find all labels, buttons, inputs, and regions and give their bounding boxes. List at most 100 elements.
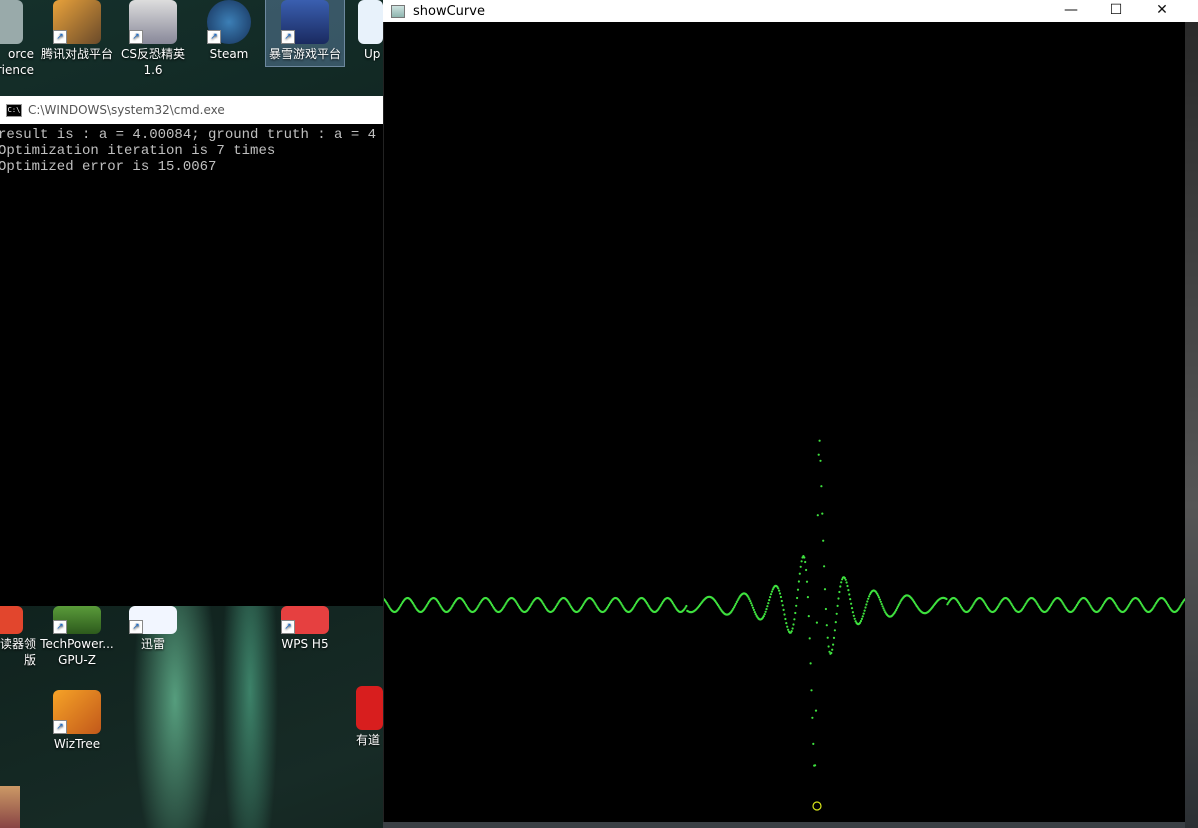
shortcut-arrow-icon: ↗ [53,620,67,634]
desktop-icon-label: orce rience [0,47,34,77]
shortcut-arrow-icon: ↗ [207,30,221,44]
curve-point [821,512,824,515]
marker-circle [812,801,822,811]
curve-point [831,648,834,651]
curve-point [865,603,868,606]
curve-point [806,596,809,599]
curve-point [791,627,794,630]
curve-point [779,595,782,599]
maximize-button[interactable]: ☐ [1093,0,1139,22]
desktop-icon-reader[interactable]: 读器领 版 [0,606,38,668]
curve-point [823,565,826,568]
desktop-icon-label: 有道 [356,733,381,747]
desktop-icon-up[interactable]: Up [342,0,383,62]
curve-point [847,589,850,592]
cmd-icon: C:\ [6,103,22,117]
showcurve-window[interactable]: showCurve — ☐ ✕ [382,0,1198,828]
curve-point [836,604,839,608]
curve-point [763,613,766,616]
curve-point [811,716,814,719]
desktop-icon-geforce[interactable]: orce rience [0,0,38,78]
curve-point [817,453,820,456]
curve-canvas[interactable] [382,22,1187,822]
desktop-icon-label: 读器领 版 [0,637,36,667]
curve-point [765,608,768,611]
shortcut-arrow-icon: ↗ [281,620,295,634]
curve-point [804,560,807,564]
curve-point [877,596,881,599]
curve-point [778,589,781,592]
curve-point [790,630,793,633]
curve-point [809,662,812,665]
console-line: Optimized error is 15.0067 [0,159,217,175]
curve-point [798,572,801,575]
curve-point [848,593,851,596]
curve-point [877,594,880,597]
curve-point [852,614,855,617]
background-window-edge [1185,22,1198,828]
curve-point [862,612,865,615]
geforce-icon [0,0,23,44]
cmd-console-output[interactable]: result is : a = 4.00084; ground truth : … [0,124,383,175]
curve-point [780,599,783,603]
curve-point [945,597,948,601]
curve-point [859,619,863,623]
app-window-icon [391,4,405,18]
desktop-icon-wps-h5[interactable]: ↗ WPS H5 [266,606,344,652]
curve-point [800,560,803,563]
curve-point [834,621,837,624]
curve-point [837,597,840,600]
curve-point [793,618,796,621]
cmd-titlebar[interactable]: C:\ C:\WINDOWS\system32\cmd.exe [0,96,383,124]
curve-point [816,514,819,517]
curve-point [805,568,808,572]
curve-point [879,600,882,603]
minimize-button[interactable]: — [1048,0,1094,22]
desktop-icon-steam[interactable]: ↗ Steam [190,0,268,62]
curve-point [778,592,782,595]
curve-point [751,606,755,609]
desktop-icon-blizzard[interactable]: ↗ 暴雪游戏平台 [265,0,345,67]
curve-point [880,603,883,606]
curve-point [828,650,831,653]
curve-point [866,600,869,603]
curve-point [881,605,884,608]
curve-point [818,439,821,442]
curve-point [824,607,827,611]
desktop-icon-xunlei[interactable]: ↗ 迅雷 [114,606,192,652]
curve-point [814,764,817,767]
curve-point [867,597,870,600]
curve-point [860,617,863,621]
curve-point [792,623,795,626]
desktop-icon-gpuz[interactable]: ↗ TechPower... GPU-Z [38,606,116,668]
shortcut-arrow-icon: ↗ [53,30,67,44]
curve-point [803,556,806,559]
desktop-icon-label: Up [364,47,381,61]
desktop-icon-tencent-battle[interactable]: ↗ 腾讯对战平台 [38,0,116,62]
desktop-icon-label: CS反恐精英 1.6 [121,47,185,77]
desktop-icon-label: 迅雷 [140,637,165,651]
counter-strike-icon: ↗ [129,0,177,44]
desktop-icon-wiztree[interactable]: ↗ WizTree [38,690,116,752]
tencent-battle-icon: ↗ [53,0,101,44]
curve-point [799,565,802,568]
curve-point [768,599,771,602]
curve-point [835,612,838,615]
curve-point [864,606,867,609]
curve-point [796,588,800,591]
desktop-icon-cs[interactable]: ↗ CS反恐精英 1.6 [114,0,192,78]
curve-point [827,645,830,648]
curve-point [851,611,854,614]
notepad-icon[interactable] [0,786,20,828]
curve-point [764,610,767,613]
curve-point [832,636,836,640]
shortcut-arrow-icon: ↗ [129,620,143,634]
cmd-window[interactable]: C:\ C:\WINDOWS\system32\cmd.exe result i… [0,96,383,606]
steam-icon: ↗ [207,0,251,44]
desktop-icon-youdao[interactable]: 有道 [342,686,383,748]
curve-point [748,598,751,601]
close-button[interactable]: ✕ [1139,0,1185,22]
desktop-icon-label: Steam [209,47,249,61]
curve-point [819,459,822,462]
curve-point [784,617,787,621]
